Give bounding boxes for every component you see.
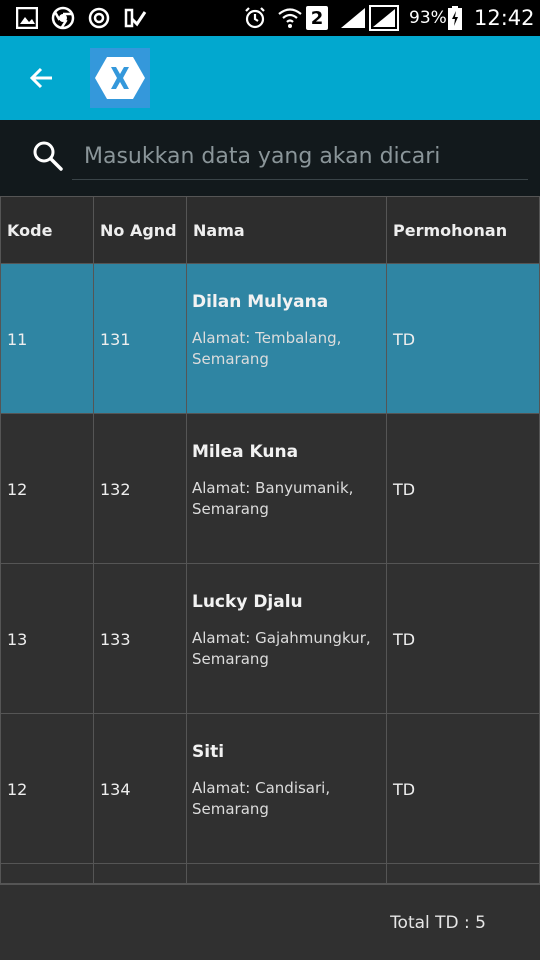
arrow-left-icon xyxy=(29,67,52,89)
cell-nama: Dilan Mulyana xyxy=(192,292,329,312)
chrome-icon xyxy=(50,6,76,30)
footer: Total TD : 5 xyxy=(0,884,540,960)
search-input[interactable] xyxy=(72,134,528,180)
gallery-icon xyxy=(14,6,40,30)
column-header-nama: Nama xyxy=(193,221,245,240)
cell-permohonan: TD xyxy=(393,630,416,649)
cell-nama: Lucky Djalu xyxy=(192,592,303,612)
battery-percent: 93% xyxy=(409,8,447,28)
column-header-no-agnd: No Agnd xyxy=(100,221,177,240)
wifi-icon xyxy=(276,6,304,30)
cell-no-agnd: 132 xyxy=(100,480,131,499)
cell-permohonan: TD xyxy=(393,330,416,349)
cell-kode: 13 xyxy=(7,630,28,649)
back-button[interactable] xyxy=(22,58,62,98)
column-header-kode: Kode xyxy=(7,221,53,240)
table-row[interactable]: 12 132 Milea Kuna Alamat: Banyumanik, Se… xyxy=(0,414,540,564)
search-bar xyxy=(0,120,540,196)
sim-2-icon: 2 xyxy=(306,6,328,30)
table-row-partial xyxy=(0,864,540,884)
cell-alamat: Alamat: Candisari, Semarang xyxy=(192,779,331,818)
table-header-row: Kode No Agnd Nama Permohonan xyxy=(0,196,540,264)
xamarin-logo-icon xyxy=(95,57,145,99)
cell-nama: Siti xyxy=(192,742,225,762)
cell-no-agnd: 133 xyxy=(100,630,131,649)
search-icon[interactable] xyxy=(30,138,66,174)
sync-icon xyxy=(86,6,112,30)
signal-icon xyxy=(338,6,368,30)
table-row[interactable]: 11 131 Dilan Mulyana Alamat: Tembalang, … xyxy=(0,264,540,414)
cell-alamat: Alamat: Tembalang, Semarang xyxy=(192,329,342,368)
sim-label: 2 xyxy=(310,7,324,29)
column-header-permohonan: Permohonan xyxy=(393,221,508,240)
status-bar: 2 93% 12:42 xyxy=(0,0,540,36)
cell-alamat: Alamat: Banyumanik, Semarang xyxy=(192,479,354,518)
app-logo xyxy=(90,48,150,108)
cell-no-agnd: 131 xyxy=(100,330,131,349)
cell-alamat: Alamat: Gajahmungkur, Semarang xyxy=(192,629,371,668)
clock: 12:42 xyxy=(474,6,535,30)
total-td-label: Total TD : 5 xyxy=(390,913,486,933)
table-row[interactable]: 13 133 Lucky Djalu Alamat: Gajahmungkur,… xyxy=(0,564,540,714)
action-bar xyxy=(0,36,540,120)
cell-kode: 12 xyxy=(7,780,28,799)
cell-kode: 12 xyxy=(7,480,28,499)
cell-permohonan: TD xyxy=(393,780,416,799)
alarm-icon xyxy=(242,6,268,30)
cell-no-agnd: 134 xyxy=(100,780,131,799)
cell-kode: 11 xyxy=(7,330,28,349)
table-row[interactable]: 12 134 Siti Alamat: Candisari, Semarang … xyxy=(0,714,540,864)
cell-nama: Milea Kuna xyxy=(192,442,299,462)
cell-permohonan: TD xyxy=(393,480,416,499)
battery-charging-icon xyxy=(446,6,464,30)
check-icon xyxy=(122,6,148,30)
signal-icon xyxy=(368,5,400,31)
